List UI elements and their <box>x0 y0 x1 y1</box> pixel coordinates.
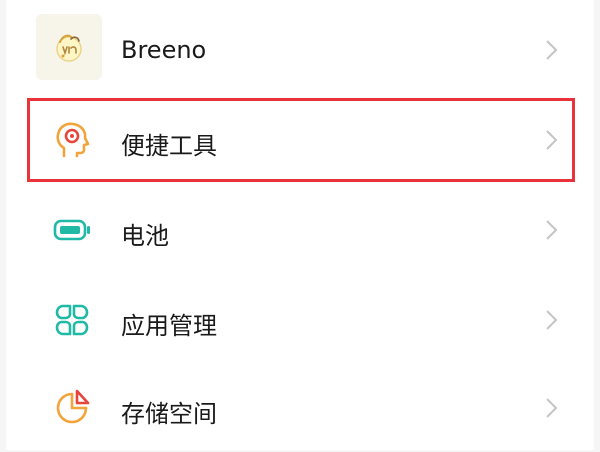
battery-icon <box>46 204 98 256</box>
settings-panel: Breeno 便捷工具 电池 应用管理 存储空间 <box>6 0 594 450</box>
chevron-right-icon <box>546 220 558 240</box>
settings-item-label: 应用管理 <box>121 312 217 340</box>
settings-item-breeno[interactable]: Breeno <box>6 6 594 94</box>
breeno-logo-icon <box>36 14 102 80</box>
settings-item-label: 存储空间 <box>121 400 217 428</box>
settings-item-app-management[interactable]: 应用管理 <box>6 276 594 364</box>
settings-item-label: Breeno <box>121 36 207 64</box>
settings-item-label: 电池 <box>121 222 169 250</box>
app-grid-icon <box>46 294 98 346</box>
storage-pie-icon <box>46 382 98 434</box>
settings-item-label: 便捷工具 <box>121 132 217 160</box>
chevron-right-icon <box>546 130 558 150</box>
chevron-right-icon <box>546 398 558 418</box>
settings-item-storage[interactable]: 存储空间 <box>6 364 594 452</box>
chevron-right-icon <box>546 310 558 330</box>
settings-item-battery[interactable]: 电池 <box>6 186 594 274</box>
settings-item-convenience-tools[interactable]: 便捷工具 <box>6 96 594 184</box>
head-gear-icon <box>46 114 98 166</box>
chevron-right-icon <box>546 40 558 60</box>
